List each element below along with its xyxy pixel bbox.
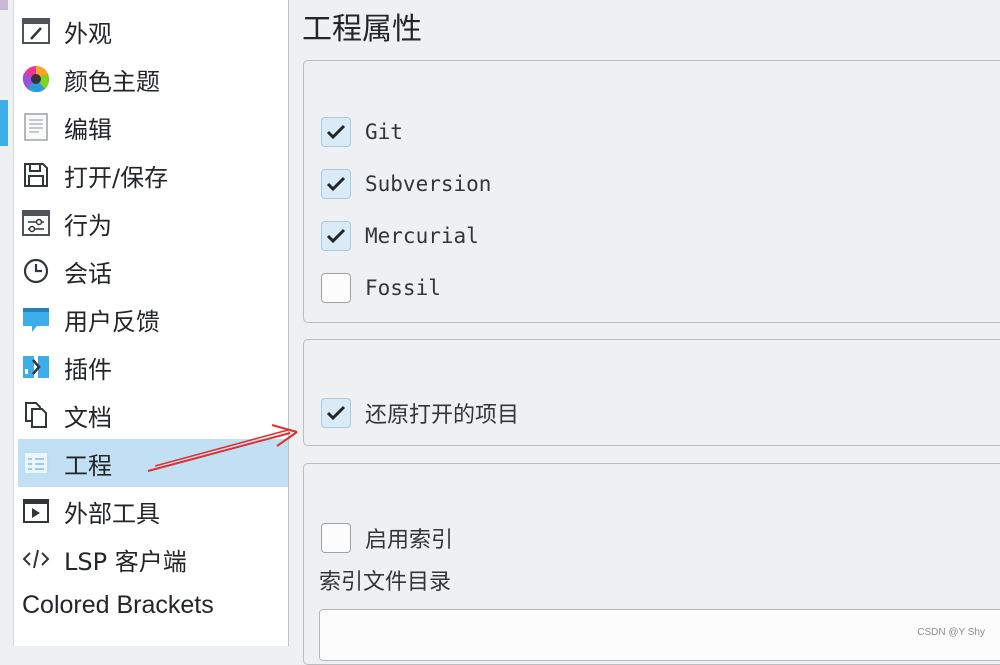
sidebar-item-feedback[interactable]: 用户反馈 xyxy=(18,295,288,343)
git-checkbox[interactable] xyxy=(321,117,351,147)
sidebar-item-label: LSP 客户端 xyxy=(64,547,187,576)
feedback-icon xyxy=(22,305,50,333)
code-brackets-icon xyxy=(22,545,50,573)
subversion-label: Subversion xyxy=(365,172,492,196)
fossil-label: Fossil xyxy=(365,276,441,300)
vcs-option-fossil[interactable]: Fossil xyxy=(321,273,441,303)
sidebar-item-label: 编辑 xyxy=(64,115,112,144)
sidebar-item-label: Colored Brackets xyxy=(22,590,214,619)
sidebar-item-session[interactable]: 会话 xyxy=(18,247,288,295)
sidebar-item-label: 文档 xyxy=(64,403,112,432)
fossil-checkbox[interactable] xyxy=(321,273,351,303)
behavior-icon xyxy=(22,209,50,237)
save-icon xyxy=(22,161,50,189)
vcs-option-mercurial[interactable]: Mercurial xyxy=(321,221,479,251)
editing-icon xyxy=(22,113,50,141)
appearance-icon xyxy=(22,17,50,45)
watermark: CSDN @Y Shy xyxy=(917,627,985,638)
restore-projects-option[interactable]: 还原打开的项目 xyxy=(321,397,519,429)
sidebar-item-label: 行为 xyxy=(64,211,112,240)
enable-index-option[interactable]: 启用索引 xyxy=(321,522,453,554)
mercurial-label: Mercurial xyxy=(365,224,479,248)
sidebar-item-external-tools[interactable]: 外部工具 xyxy=(18,487,288,535)
index-dir-label: 索引文件目录 xyxy=(319,570,452,595)
documents-icon xyxy=(22,401,50,429)
sidebar-item-label: 打开/保存 xyxy=(64,163,169,192)
sidebar-item-color-theme[interactable]: 颜色主题 xyxy=(18,55,288,103)
index-dir-input[interactable] xyxy=(319,609,1000,661)
vcs-group: Git Subversion Mercurial Fossil xyxy=(303,60,1000,323)
sidebar-item-label: 会话 xyxy=(64,259,112,288)
enable-index-label: 启用索引 xyxy=(365,528,454,553)
left-window-edge xyxy=(0,0,12,646)
project-icon xyxy=(22,449,50,477)
check-icon xyxy=(326,405,346,421)
sidebar-item-colored-brackets[interactable]: Colored Brackets xyxy=(18,581,288,629)
sidebar-item-label: 工程 xyxy=(64,451,112,480)
edge-accent-blue xyxy=(0,100,8,146)
subversion-checkbox[interactable] xyxy=(321,169,351,199)
edge-accent-top xyxy=(0,0,8,10)
sidebar-item-lsp-client[interactable]: LSP 客户端 xyxy=(18,535,288,583)
check-icon xyxy=(326,124,346,140)
color-theme-icon xyxy=(22,65,50,93)
check-icon xyxy=(326,228,346,244)
restore-projects-checkbox[interactable] xyxy=(321,398,351,428)
sidebar-item-label: 外观 xyxy=(64,19,112,48)
sidebar-item-plugins[interactable]: 插件 xyxy=(18,343,288,391)
mercurial-checkbox[interactable] xyxy=(321,221,351,251)
index-group: 启用索引 索引文件目录 xyxy=(303,463,1000,665)
sidebar-item-label: 用户反馈 xyxy=(64,307,160,336)
sidebar-item-label: 外部工具 xyxy=(64,499,160,528)
check-icon xyxy=(326,176,346,192)
plugins-icon xyxy=(22,353,50,381)
sidebar-item-open-save[interactable]: 打开/保存 xyxy=(18,151,288,199)
vcs-option-subversion[interactable]: Subversion xyxy=(321,169,491,199)
sidebar-item-project[interactable]: 工程 xyxy=(18,439,288,487)
sidebar-item-label: 插件 xyxy=(64,355,112,384)
sidebar-item-behavior[interactable]: 行为 xyxy=(18,199,288,247)
page-title: 工程属性 xyxy=(302,12,422,47)
git-label: Git xyxy=(365,120,403,144)
restore-projects-group: 还原打开的项目 xyxy=(303,339,1000,446)
sidebar-item-label: 颜色主题 xyxy=(64,67,160,96)
session-clock-icon xyxy=(22,257,50,285)
settings-sidebar: 外观 颜色主题 编辑 打开/保存 行为 会话 用户反馈 插件 文档 工程 外部工… xyxy=(13,0,289,646)
vcs-option-git[interactable]: Git xyxy=(321,117,403,147)
sidebar-item-appearance[interactable]: 外观 xyxy=(18,7,288,55)
sidebar-item-editing[interactable]: 编辑 xyxy=(18,103,288,151)
enable-index-checkbox[interactable] xyxy=(321,523,351,553)
restore-projects-label: 还原打开的项目 xyxy=(365,403,520,428)
external-tools-icon xyxy=(22,497,50,525)
sidebar-item-documents[interactable]: 文档 xyxy=(18,391,288,439)
